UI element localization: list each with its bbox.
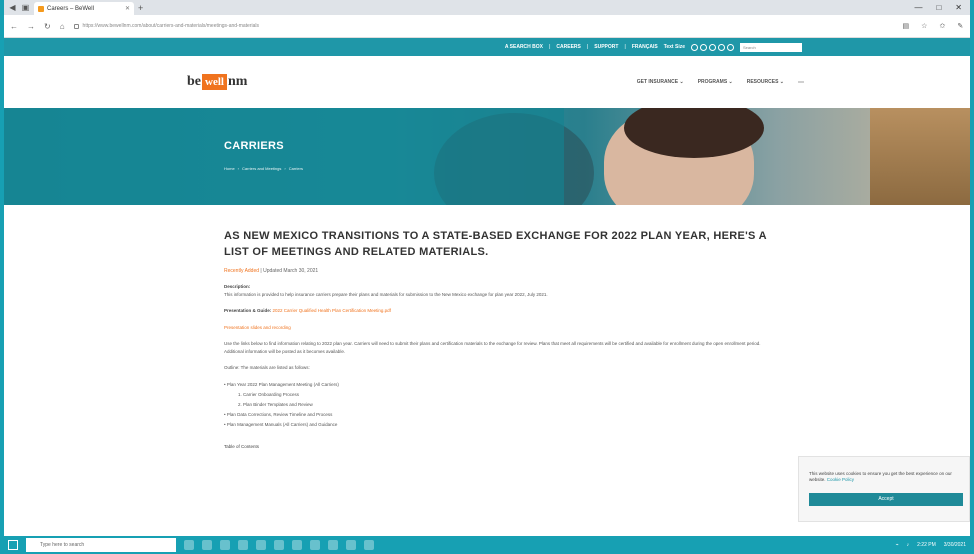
paragraph-body: Use the links below to find information … — [224, 341, 761, 354]
utility-strip: A SEARCH BOX | CAREERS | SUPPORT | FRANÇ… — [4, 38, 970, 56]
back-icon[interactable]: ◀ — [8, 3, 17, 12]
close-tab-icon[interactable]: ✕ — [125, 5, 130, 12]
nav-get-insurance[interactable]: GET INSURANCE ⌄ — [637, 79, 684, 86]
list-item[interactable]: 2. Plan Binder Templates and Review — [224, 400, 769, 410]
nav-programs[interactable]: PROGRAMS ⌄ — [698, 79, 733, 86]
favorite-star-icon[interactable]: ☆ — [921, 22, 927, 30]
lock-icon — [73, 23, 79, 29]
windows-start-icon[interactable] — [8, 540, 18, 550]
taskbar-search-input[interactable]: Type here to search — [26, 538, 176, 552]
nav-resources[interactable]: RESOURCES ⌄ — [747, 79, 784, 86]
presentation-link[interactable]: 2022 Carrier Qualified Health Plan Certi… — [273, 308, 391, 313]
clock-date[interactable]: 3/30/2021 — [944, 542, 966, 548]
text-size-option[interactable] — [727, 43, 734, 51]
favicon-icon — [38, 5, 44, 12]
breadcrumb: Home › Carriers and Meetings › Carriers — [224, 166, 303, 171]
cookie-banner: This website uses cookies to ensure you … — [798, 456, 970, 522]
list-item[interactable]: • Plan Year 2022 Plan Management Meeting… — [224, 380, 769, 390]
pen-icon[interactable]: ✎ — [957, 22, 963, 30]
breadcrumb-current: Carriers — [288, 166, 303, 171]
breadcrumb-parent[interactable]: Carriers and Meetings — [242, 166, 281, 171]
url-text: https://www.bewellnm.com/about/carriers-… — [82, 23, 260, 29]
tab-bar: ◀ ▣ Careers – BeWell ✕ + — □ ✕ — [4, 0, 970, 15]
paragraph-presentation: Presentation & Guide: 2022 Carrier Quali… — [224, 308, 391, 313]
window-controls: — □ ✕ — [914, 3, 970, 12]
store-icon[interactable] — [238, 540, 248, 550]
clock-time[interactable]: 2:22 PM — [917, 542, 936, 548]
network-icon[interactable]: ⌁ — [896, 542, 899, 548]
task-view-icon[interactable] — [184, 540, 194, 550]
back-arrow-icon[interactable]: ← — [10, 22, 18, 31]
slides-link[interactable]: Presentation slides and recording — [224, 325, 291, 330]
list-item[interactable]: • Plan Data Corrections, Review Timeline… — [224, 410, 769, 420]
meta-tag[interactable]: Recently Added — [224, 268, 259, 274]
tab-title: Careers – BeWell — [47, 5, 94, 12]
reading-view-icon[interactable]: ▤ — [903, 22, 910, 30]
breadcrumb-home[interactable]: Home — [224, 166, 235, 171]
meta-date: Updated March 30, 2021 — [263, 268, 319, 274]
text-size-option[interactable] — [709, 43, 716, 51]
maximize-button[interactable]: □ — [936, 3, 941, 12]
list-item[interactable]: 1. Carrier Onboarding Process — [224, 390, 769, 400]
utility-link-language[interactable]: FRANÇAIS — [632, 44, 658, 50]
refresh-icon[interactable]: ↻ — [44, 22, 51, 31]
nav-more-icon[interactable]: ⋯ — [798, 79, 804, 86]
accept-cookies-button[interactable]: Accept — [809, 493, 963, 506]
article: AS NEW MEXICO TRANSITIONS TO A STATE-BAS… — [224, 228, 769, 449]
url-field[interactable]: https://www.bewellnm.com/about/carriers-… — [73, 19, 894, 33]
site-search-input[interactable]: Search — [740, 42, 802, 52]
cookie-policy-link[interactable]: Cookie Policy — [827, 477, 854, 482]
main-nav: GET INSURANCE ⌄ PROGRAMS ⌄ RESOURCES ⌄ ⋯ — [637, 79, 804, 86]
text-size-option[interactable] — [718, 43, 725, 51]
text-size-option[interactable] — [700, 43, 707, 51]
system-tray: ⌁ ♪ 2:22 PM 3/30/2021 — [896, 542, 974, 548]
edge-icon[interactable] — [202, 540, 212, 550]
close-button[interactable]: ✕ — [955, 3, 962, 12]
text-size-options — [691, 43, 734, 51]
paragraph-slides: Presentation slides and recording — [224, 324, 769, 332]
volume-icon[interactable]: ♪ — [907, 542, 910, 548]
utility-link-search[interactable]: A SEARCH BOX — [505, 44, 543, 50]
home-icon[interactable]: ⌂ — [60, 22, 65, 31]
minimize-button[interactable]: — — [914, 3, 922, 12]
tab-active[interactable]: Careers – BeWell ✕ — [34, 2, 134, 15]
mail-icon[interactable] — [256, 540, 266, 550]
tab-actions-icon[interactable]: ▣ — [21, 3, 30, 12]
outlook-icon[interactable] — [364, 540, 374, 550]
outline-label: Outline: The materials are listed as fol… — [224, 365, 310, 370]
address-bar: ← → ↻ ⌂ https://www.bewellnm.com/about/c… — [4, 15, 970, 38]
utility-link-support[interactable]: SUPPORT — [594, 44, 618, 50]
chrome-icon[interactable] — [274, 540, 284, 550]
browser-toolbar: ▤ ☆ ✩ ✎ ⇪ — [903, 22, 970, 30]
taskbar: Type here to search ⌁ ♪ 2:22 PM 3/30/202… — [0, 536, 974, 554]
list-item[interactable]: • Plan Management Manuals (All Carriers)… — [224, 420, 769, 430]
bewell-logo[interactable]: be well nm — [187, 74, 247, 90]
text-size-label: Text Size — [663, 44, 685, 50]
new-tab-button[interactable]: + — [138, 3, 143, 13]
powerpoint-icon[interactable] — [346, 540, 356, 550]
utility-link-careers[interactable]: CAREERS — [556, 44, 580, 50]
article-meta: Recently Added | Updated March 30, 2021 — [224, 268, 319, 274]
page-title: CARRIERS — [224, 140, 284, 152]
hero-banner: CARRIERS Home › Carriers and Meetings › … — [4, 108, 970, 205]
word-icon[interactable] — [310, 540, 320, 550]
materials-list: • Plan Year 2022 Plan Management Meeting… — [224, 380, 769, 430]
folder-icon[interactable] — [292, 540, 302, 550]
paragraph-description: Description: This information is provide… — [224, 284, 548, 297]
file-explorer-icon[interactable] — [220, 540, 230, 550]
site-header: be well nm GET INSURANCE ⌄ PROGRAMS ⌄ RE… — [4, 56, 970, 108]
favorites-icon[interactable]: ✩ — [939, 22, 945, 30]
text-size-option[interactable] — [691, 43, 698, 51]
excel-icon[interactable] — [328, 540, 338, 550]
article-heading: AS NEW MEXICO TRANSITIONS TO A STATE-BAS… — [224, 230, 767, 258]
forward-arrow-icon[interactable]: → — [27, 22, 35, 31]
browser-window: ◀ ▣ Careers – BeWell ✕ + — □ ✕ ← → ↻ ⌂ h… — [4, 0, 970, 536]
table-of-contents-link[interactable]: Table of Contents — [224, 444, 769, 449]
